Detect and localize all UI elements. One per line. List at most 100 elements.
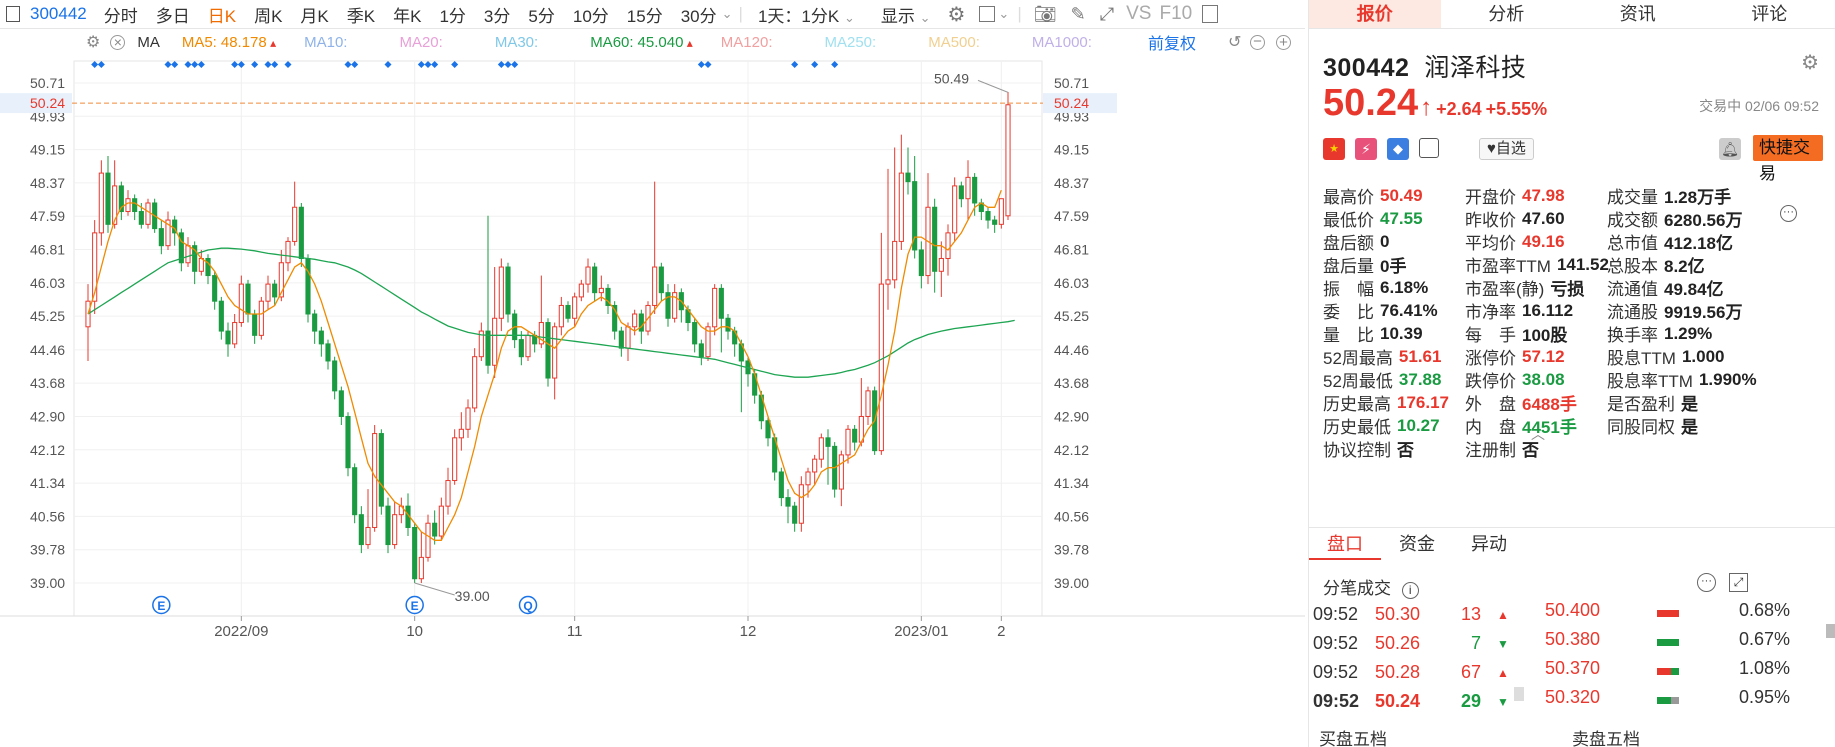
signal-diamond-icon[interactable] [831,61,839,68]
candle-body[interactable] [845,428,851,456]
candle-body[interactable] [625,326,631,349]
signal-diamond-icon[interactable] [511,61,519,68]
candle-body[interactable] [638,313,644,332]
signal-diamond-icon[interactable] [417,61,425,68]
candle-body[interactable] [458,428,464,439]
collapse-icon[interactable]: ︿ [1531,424,1545,444]
candle-body[interactable] [985,211,991,221]
signal-diamond-icon[interactable] [811,61,819,68]
candle-body[interactable] [778,471,784,499]
candle-body[interactable] [578,283,584,298]
quote-tab-3[interactable]: 评论 [1704,0,1835,28]
candle-body[interactable] [318,330,324,345]
candle-body[interactable] [792,505,798,524]
candle-body[interactable] [525,334,531,358]
candle-body[interactable] [652,266,658,306]
more-options-icon[interactable]: ··· [1697,573,1716,592]
candle-body[interactable] [472,356,478,409]
scrollbar[interactable] [1826,624,1835,638]
add-favorite-button[interactable]: ♥自选 [1479,138,1534,160]
candle-body[interactable] [418,556,424,580]
candle-body[interactable] [352,467,358,516]
candle-body[interactable] [765,420,771,439]
candle-body[interactable] [552,326,558,379]
signal-diamond-icon[interactable] [704,61,712,68]
scrollbar[interactable] [1514,687,1524,701]
candle-body[interactable] [132,198,138,213]
candle-body[interactable] [272,283,278,298]
candle-body[interactable] [838,454,844,490]
info-icon[interactable]: i [1401,582,1419,599]
candle-body[interactable] [385,505,391,546]
candle-body[interactable] [412,526,418,580]
more-icon[interactable]: ··· [1780,205,1797,222]
sub-tab-2[interactable]: 异动 [1453,528,1525,560]
candle-body[interactable] [432,522,438,537]
candle-body[interactable] [785,497,791,507]
candle-body[interactable] [558,304,564,328]
sub-tab-0[interactable]: 盘口 [1309,528,1381,560]
candle-body[interactable] [865,390,871,417]
signal-diamond-icon[interactable] [237,61,245,68]
candle-body[interactable] [285,240,291,264]
candle-body[interactable] [345,415,351,469]
candle-body[interactable] [998,198,1004,225]
candle-body[interactable] [565,304,571,319]
candle-body[interactable] [392,514,398,546]
signal-diamond-icon[interactable] [424,61,432,68]
signal-diamond-icon[interactable] [251,61,259,68]
candle-body[interactable] [592,266,598,294]
candle-body[interactable] [332,360,338,392]
candlestick-chart[interactable]: 50.71 50.7149.93 49.9349.15 49.1548.37 48.37… [0,0,1305,747]
signal-diamond-icon[interactable] [451,61,459,68]
signal-diamond-icon[interactable] [191,61,199,68]
signal-diamond-icon[interactable] [791,61,799,68]
quick-trade-button[interactable]: 快捷交易 [1753,135,1823,183]
candle-body[interactable] [312,313,318,332]
candle-body[interactable] [145,202,151,225]
sub-tab-1[interactable]: 资金 [1381,528,1453,560]
candle-body[interactable] [518,339,524,358]
flash-icon[interactable]: ⚡ [1355,138,1377,160]
candle-body[interactable] [378,433,384,507]
signal-diamond-icon[interactable] [344,61,352,68]
candle-body[interactable] [712,287,718,328]
quote-tab-2[interactable]: 资讯 [1572,0,1704,28]
candle-body[interactable] [358,514,364,546]
candle-body[interactable] [158,228,164,247]
candle-body[interactable] [658,266,664,294]
candle-body[interactable] [265,283,271,302]
candle-body[interactable] [585,266,591,285]
signal-diamond-icon[interactable] [231,61,239,68]
candle-body[interactable] [425,522,431,558]
candle-body[interactable] [1005,104,1011,217]
candle-body[interactable] [372,433,378,528]
signal-diamond-icon[interactable] [497,61,505,68]
signal-diamond-icon[interactable] [97,61,105,68]
candle-body[interactable] [932,206,938,272]
bookmark-icon[interactable] [1419,138,1439,158]
signal-diamond-icon[interactable] [431,61,439,68]
candle-body[interactable] [545,322,551,379]
candle-body[interactable] [238,283,244,324]
candle-body[interactable] [298,206,304,259]
signal-diamond-icon[interactable] [197,61,205,68]
signal-diamond-icon[interactable] [697,61,705,68]
candle-body[interactable] [965,176,971,200]
candle-body[interactable] [485,330,491,366]
candle-body[interactable] [572,296,578,319]
signal-diamond-icon[interactable] [184,61,192,68]
candle-body[interactable] [325,343,331,362]
quote-tab-1[interactable]: 分析 [1441,0,1573,28]
candle-body[interactable] [825,437,831,447]
candle-body[interactable] [438,505,444,537]
candle-body[interactable] [338,390,344,417]
candle-body[interactable] [212,275,218,302]
candle-body[interactable] [698,343,704,358]
candle-body[interactable] [105,172,111,225]
signal-diamond-icon[interactable] [91,61,99,68]
candle-body[interactable] [885,279,891,285]
candle-body[interactable] [365,526,371,546]
candle-body[interactable] [618,330,624,349]
signal-diamond-icon[interactable] [264,61,272,68]
